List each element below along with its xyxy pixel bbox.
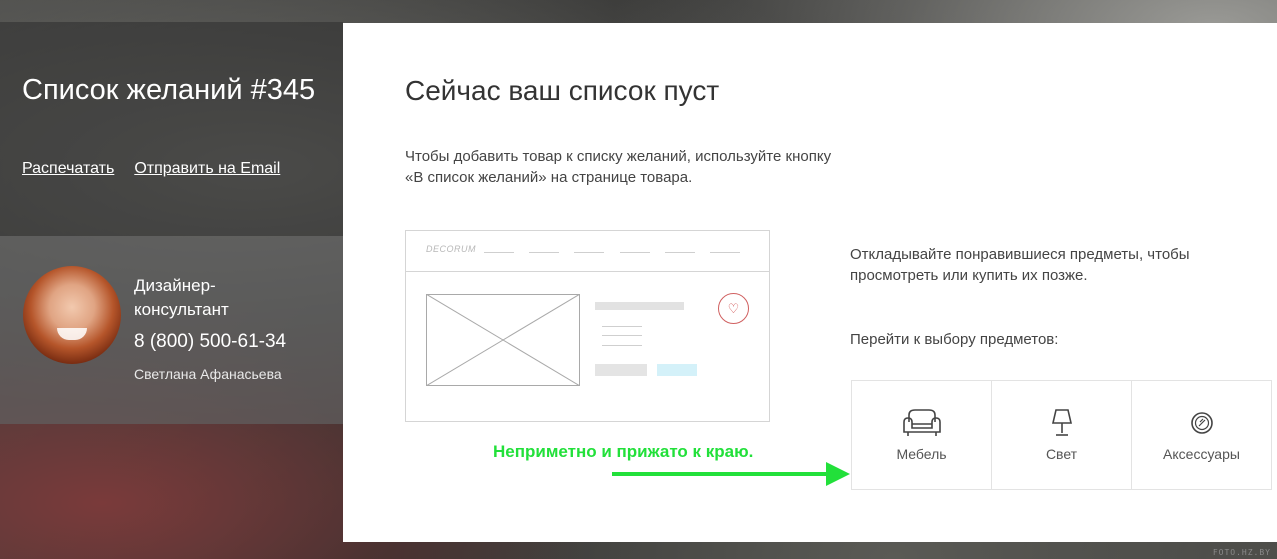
consultant-role: Дизайнер-консультант xyxy=(134,276,229,319)
wishlist-hint: Откладывайте понравившиеся предметы, что… xyxy=(850,246,1190,284)
category-label: Свет xyxy=(1045,446,1078,462)
empty-list-description: Чтобы добавить товар к списку желаний, и… xyxy=(405,146,885,188)
wireframe-nav-line xyxy=(710,252,740,253)
wireframe-nav-line xyxy=(484,252,514,253)
wireframe-nav-line xyxy=(574,252,604,253)
sidebar-header xyxy=(0,22,343,236)
wireframe-wishlist-button xyxy=(657,364,697,376)
consultant-card: Дизайнер-консультант 8 (800) 500-61-34 С… xyxy=(0,236,343,424)
wireframe-text-line xyxy=(602,335,642,336)
avatar xyxy=(23,266,121,364)
empty-list-title: Сейчас ваш список пуст xyxy=(405,75,720,106)
mirror-icon xyxy=(1190,412,1213,434)
sidebar: Список желаний #345 Распечатать Отправит… xyxy=(0,0,343,559)
wireframe-image-placeholder xyxy=(426,294,580,386)
wireframe-product-title xyxy=(595,302,684,310)
category-accessories[interactable]: Аксессуары xyxy=(1131,380,1272,490)
product-page-wireframe: DECORUM ♡ xyxy=(405,230,770,422)
armchair-icon xyxy=(902,409,941,436)
wishlist-actions: Распечатать Отправить на Email xyxy=(22,160,280,178)
category-list: Мебель Свет Аксессуары xyxy=(851,380,1272,490)
consultant-phone[interactable]: 8 (800) 500-61-34 xyxy=(134,331,286,353)
send-email-link[interactable]: Отправить на Email xyxy=(134,160,280,178)
annotation-arrow-icon xyxy=(612,462,850,486)
wireframe-logo: DECORUM xyxy=(426,244,476,254)
wireframe-nav-line xyxy=(529,252,559,253)
wireframe-button xyxy=(595,364,647,376)
wireframe-text-line xyxy=(602,345,642,346)
category-furniture[interactable]: Мебель xyxy=(851,380,992,490)
category-label: Мебель xyxy=(896,446,947,462)
wireframe-nav-line xyxy=(620,252,650,253)
description-line-1: Чтобы добавить товар к списку желаний, и… xyxy=(405,148,832,165)
description-line-2: «В список желаний» на странице товара. xyxy=(405,169,693,186)
consultant-name: Светлана Афанасьева xyxy=(134,366,282,382)
category-lighting[interactable]: Свет xyxy=(991,380,1132,490)
watermark: FOTO.HZ.BY xyxy=(1212,548,1271,557)
wireframe-nav-line xyxy=(665,252,695,253)
wireframe-text-line xyxy=(602,326,642,327)
goto-categories-label: Перейти к выбору предметов: xyxy=(850,331,1059,348)
heart-icon: ♡ xyxy=(718,293,749,324)
wireframe-header: DECORUM xyxy=(406,231,769,272)
wishlist-title: Список желаний #345 xyxy=(22,74,316,106)
lamp-icon xyxy=(1051,409,1072,436)
annotation-text: Неприметно и прижато к краю. xyxy=(493,442,754,461)
print-link[interactable]: Распечатать xyxy=(22,160,114,178)
category-label: Аксессуары xyxy=(1163,446,1240,462)
